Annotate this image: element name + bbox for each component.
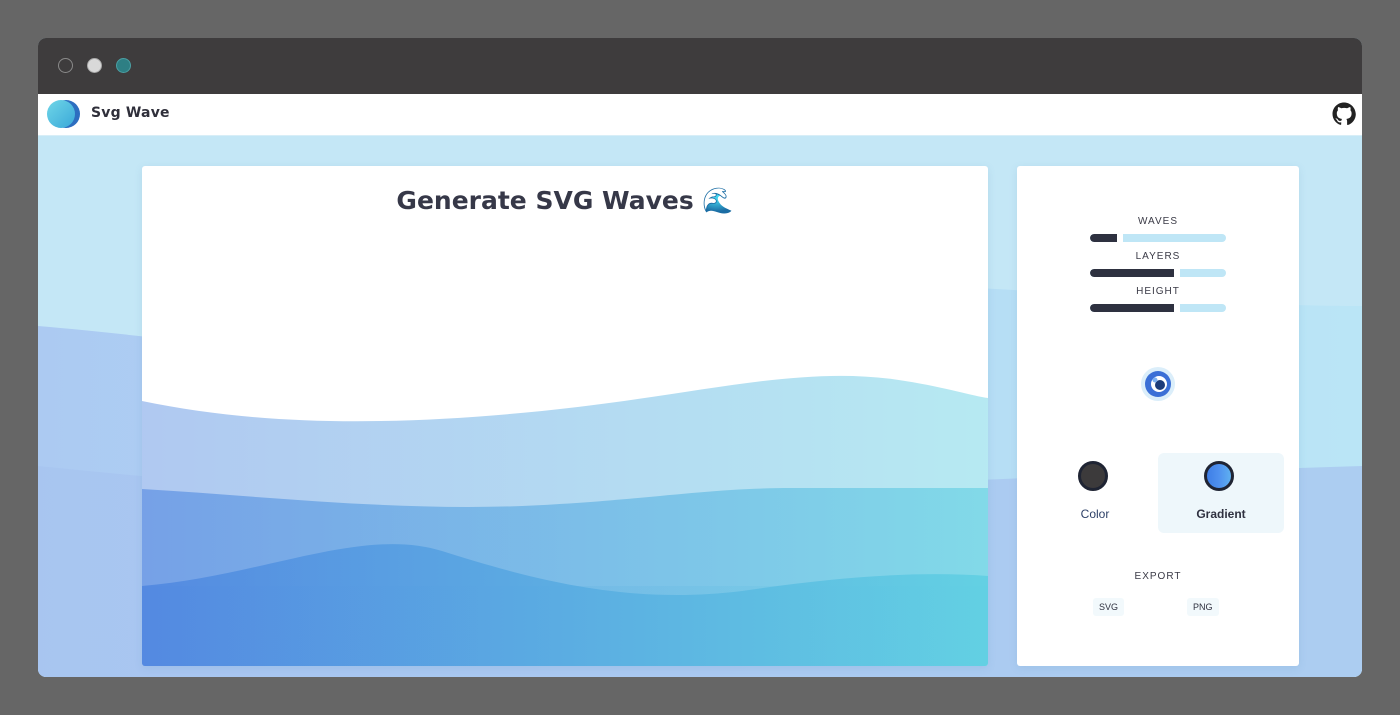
brand-name[interactable]: Svg Wave: [91, 105, 170, 121]
height-slider-thumb[interactable]: [1174, 304, 1180, 312]
color-mode-button[interactable]: Color: [1032, 453, 1158, 533]
minimize-dot[interactable]: [87, 58, 102, 73]
layers-slider-thumb[interactable]: [1174, 269, 1180, 277]
window-titlebar: [38, 38, 1362, 94]
height-slider[interactable]: [1090, 304, 1226, 312]
gradient-swatch: [1204, 461, 1234, 491]
page-title: Generate SVG Waves 🌊: [396, 186, 734, 215]
export-svg-button[interactable]: SVG: [1093, 598, 1125, 616]
export-label: EXPORT: [1134, 571, 1182, 582]
waves-slider-thumb[interactable]: [1117, 234, 1123, 242]
logo-icon[interactable]: [44, 98, 82, 130]
browser-window: Svg Wave Generate SVG Waves 🌊 WAVES LAYE…: [38, 38, 1362, 677]
wave-preview: [142, 375, 988, 666]
layers-label: LAYERS: [1135, 251, 1181, 262]
waves-slider[interactable]: [1090, 234, 1226, 242]
maximize-dot[interactable]: [116, 58, 131, 73]
color-swatch: [1078, 461, 1108, 491]
wave-preview-card: Generate SVG Waves 🌊: [142, 166, 988, 666]
height-label: HEIGHT: [1136, 286, 1180, 297]
layers-slider-fill: [1090, 269, 1174, 277]
github-icon[interactable]: [1332, 102, 1356, 126]
gradient-mode-button[interactable]: Gradient: [1158, 453, 1284, 533]
export-png-button[interactable]: PNG: [1187, 598, 1219, 616]
gradient-mode-label: Gradient: [1196, 507, 1246, 521]
color-mode-label: Color: [1080, 507, 1110, 521]
waves-slider-fill: [1090, 234, 1117, 242]
waves-label: WAVES: [1137, 216, 1178, 227]
layers-slider[interactable]: [1090, 269, 1226, 277]
navbar: Svg Wave: [38, 94, 1362, 136]
controls-panel: WAVES LAYERS HEIGHT Color Gradient EXPOR…: [1017, 166, 1299, 666]
randomize-button[interactable]: [1140, 366, 1176, 402]
close-dot[interactable]: [58, 58, 73, 73]
height-slider-fill: [1090, 304, 1174, 312]
